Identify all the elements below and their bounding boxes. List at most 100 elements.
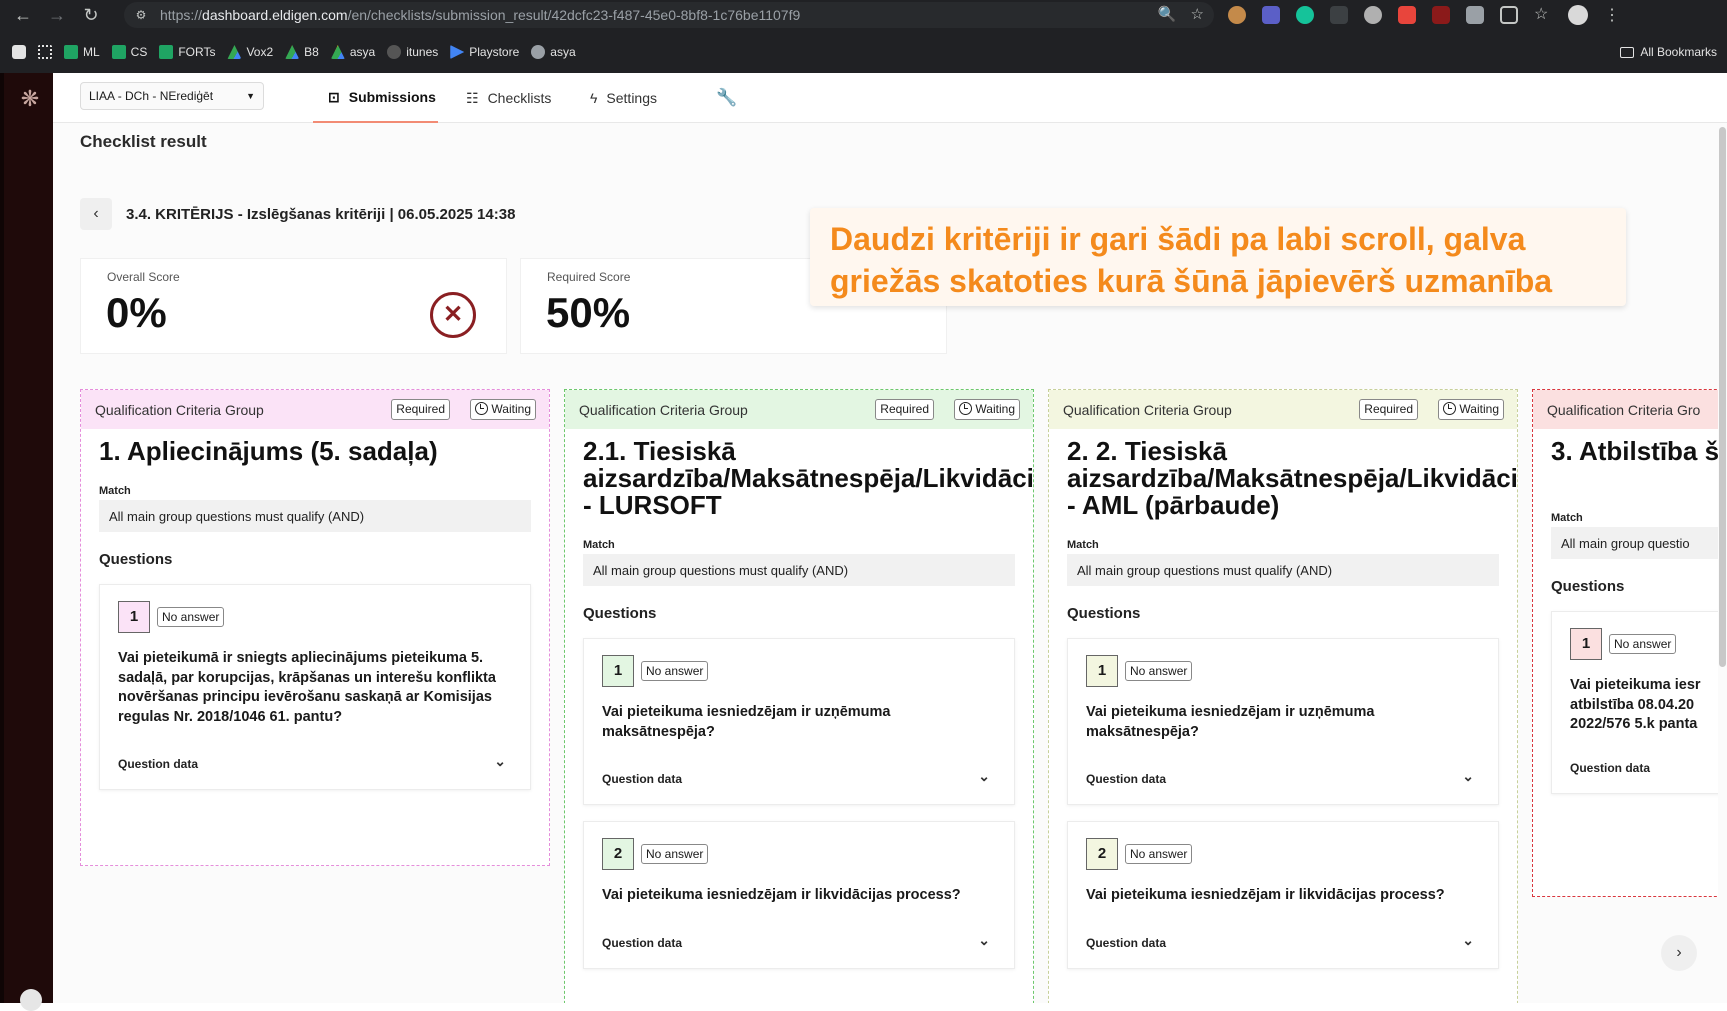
extension-dark-red-icon[interactable] (1432, 6, 1450, 24)
required-score-label: Required Score (547, 270, 631, 284)
match-value: All main group questio (1551, 527, 1718, 559)
question-data-toggle[interactable]: Question data ⌄ (118, 753, 512, 771)
overall-score-label: Overall Score (107, 270, 180, 284)
wrench-icon[interactable]: 🔧 (716, 73, 737, 123)
reload-icon[interactable]: ↻ (80, 4, 102, 26)
criteria-group-card: Qualification Criteria Gro 3. Atbilstība… (1532, 389, 1718, 897)
overall-score-value: 0% (106, 289, 167, 336)
criteria-group-card: Qualification Criteria Group Required Wa… (80, 389, 550, 866)
bookmarks-bar: ML CS FORTs Vox2 B8 asya itunes Playstor… (0, 40, 1727, 64)
extension-window-icon[interactable] (1466, 6, 1484, 24)
bookmark-item[interactable]: asya (330, 45, 375, 59)
match-label: Match (99, 485, 131, 497)
group-title: 1. Apliecinājums (5. sadaļa) (99, 436, 438, 466)
menu-dots-icon[interactable]: ⋮ (1604, 5, 1620, 25)
user-avatar[interactable] (20, 989, 42, 1011)
extension-cookie-icon[interactable] (1228, 6, 1246, 24)
main-content: Checklist result ‹ 3.4. KRITĒRIJS - Izsl… (53, 123, 1718, 1003)
bookmark-item[interactable]: ML (64, 45, 100, 59)
questions-heading: Questions (1067, 605, 1141, 622)
question-number: 1 (1086, 655, 1118, 687)
chevron-down-icon: ⌄ (494, 753, 506, 769)
group-header: Qualification Criteria Group Required Wa… (1049, 390, 1517, 429)
match-label: Match (1067, 539, 1099, 551)
app-logo-icon[interactable]: ❋ (16, 85, 44, 113)
page-scrollbar[interactable] (1718, 123, 1727, 1003)
question-number: 2 (1086, 838, 1118, 870)
tab-label: Submissions (348, 89, 436, 105)
url-text[interactable]: https://dashboard.eldigen.com/en/checkli… (160, 7, 800, 23)
drive-icon (285, 45, 300, 59)
bookmark-item[interactable]: B8 (285, 45, 319, 59)
match-label: Match (583, 539, 615, 551)
star-icon[interactable]: ☆ (1191, 5, 1204, 23)
checklist-icon: ☷ (466, 89, 479, 106)
tab-checklists[interactable]: ☷ Checklists (466, 73, 551, 123)
bookmark-item[interactable]: asya (531, 45, 576, 59)
chevron-down-icon: ⌄ (978, 768, 990, 784)
question-data-toggle[interactable]: Question data ⌄ (602, 932, 996, 950)
group-header: Qualification Criteria Group Required Wa… (565, 390, 1033, 429)
bookmark-item[interactable]: Vox2 (227, 45, 273, 59)
extension-eyes-icon[interactable] (1364, 6, 1382, 24)
zoom-icon[interactable]: 🔍 (1158, 5, 1177, 23)
inbox-icon: ⊡ (328, 88, 340, 105)
chevron-right-icon: › (1676, 944, 1682, 961)
group-type-label: Qualification Criteria Group (95, 402, 264, 418)
scroll-right-button[interactable]: › (1661, 935, 1697, 971)
tab-settings[interactable]: ϟ Settings (590, 73, 657, 123)
all-bookmarks-folder[interactable]: All Bookmarks (1620, 45, 1717, 59)
organization-select[interactable]: LIAA - DCh - NErediģēt ▼ (80, 82, 264, 110)
extension-grammar-icon[interactable] (1296, 6, 1314, 24)
criteria-group-card: Qualification Criteria Group Required Wa… (1048, 389, 1518, 1003)
question-data-toggle[interactable]: Question data ⌄ (602, 768, 996, 786)
group-type-label: Qualification Criteria Group (1063, 402, 1232, 418)
page-title: Checklist result (80, 132, 207, 151)
back-arrow-icon[interactable]: ← (12, 4, 34, 26)
question-text: Vai pieteikuma iesniedzējam ir uzņēmuma … (602, 704, 891, 740)
app-header: LIAA - DCh - NErediģēt ▼ ⊡ Submissions ☷… (53, 73, 1727, 123)
extension-red-icon[interactable] (1398, 6, 1416, 24)
questions-heading: Questions (99, 551, 173, 568)
question-text: Vai pieteikuma iesr atbilstība 08.04.20 … (1570, 677, 1701, 732)
question-data-toggle[interactable]: Question data ⌄ (1086, 932, 1480, 950)
answer-badge: No answer (641, 661, 709, 681)
bookmark-star-icon[interactable]: ☆ (1534, 6, 1552, 24)
browser-chrome: ← → ↻ ⚙ https://dashboard.eldigen.com/en… (0, 0, 1727, 73)
bookmark-item[interactable]: itunes (387, 45, 438, 59)
extension-shield-icon[interactable] (1262, 6, 1280, 24)
back-button[interactable]: ‹ (80, 198, 112, 230)
question-data-toggle[interactable]: Question data ⌄ (1086, 768, 1480, 786)
bookmark-item[interactable]: CS (111, 45, 147, 59)
tab-submissions[interactable]: ⊡ Submissions (313, 73, 438, 123)
site-info-icon[interactable]: ⚙ (132, 6, 150, 24)
question-text: Vai pieteikuma iesniedzējam ir likvidāci… (602, 887, 961, 903)
bookmark-item[interactable]: FORTs (159, 45, 215, 59)
caret-down-icon: ▼ (246, 91, 255, 101)
grid-icon[interactable] (38, 45, 52, 59)
question-card: 1 No answer Vai pieteikuma iesniedzējam i… (1067, 638, 1499, 805)
address-bar[interactable]: ⚙ https://dashboard.eldigen.com/en/check… (124, 2, 1214, 28)
apps-icon[interactable] (12, 45, 26, 59)
extension-tee-icon[interactable] (1330, 6, 1348, 24)
question-text: Vai pieteikuma iesniedzējam ir likvidāci… (1086, 887, 1445, 903)
question-card: 1 No answer Vai pieteikuma iesr atbilstīb… (1551, 611, 1718, 794)
organization-select-value: LIAA - DCh - NErediģēt (89, 89, 214, 103)
group-type-label: Qualification Criteria Group (579, 402, 748, 418)
match-value: All main group questions must qualify (A… (1067, 554, 1499, 586)
match-value: All main group questions must qualify (A… (583, 554, 1015, 586)
forward-arrow-icon[interactable]: → (46, 4, 68, 26)
question-data-toggle[interactable]: Question data (1570, 761, 1718, 775)
status-badge: Waiting (954, 399, 1020, 420)
profile-avatar[interactable] (1568, 5, 1588, 25)
questions-heading: Questions (1551, 578, 1625, 595)
bookmark-item[interactable]: Playstore (450, 45, 519, 59)
extensions-puzzle-icon[interactable] (1500, 6, 1518, 24)
chevron-down-icon: ⌄ (1462, 931, 1474, 948)
group-header: Qualification Criteria Gro (1533, 390, 1718, 429)
group-type-label: Qualification Criteria Gro (1547, 402, 1701, 418)
group-title: 3. Atbilstība šādi datus n (1551, 436, 1718, 466)
answer-badge: No answer (1125, 661, 1193, 681)
clock-icon (959, 402, 973, 415)
scrollbar-thumb[interactable] (1719, 127, 1726, 667)
